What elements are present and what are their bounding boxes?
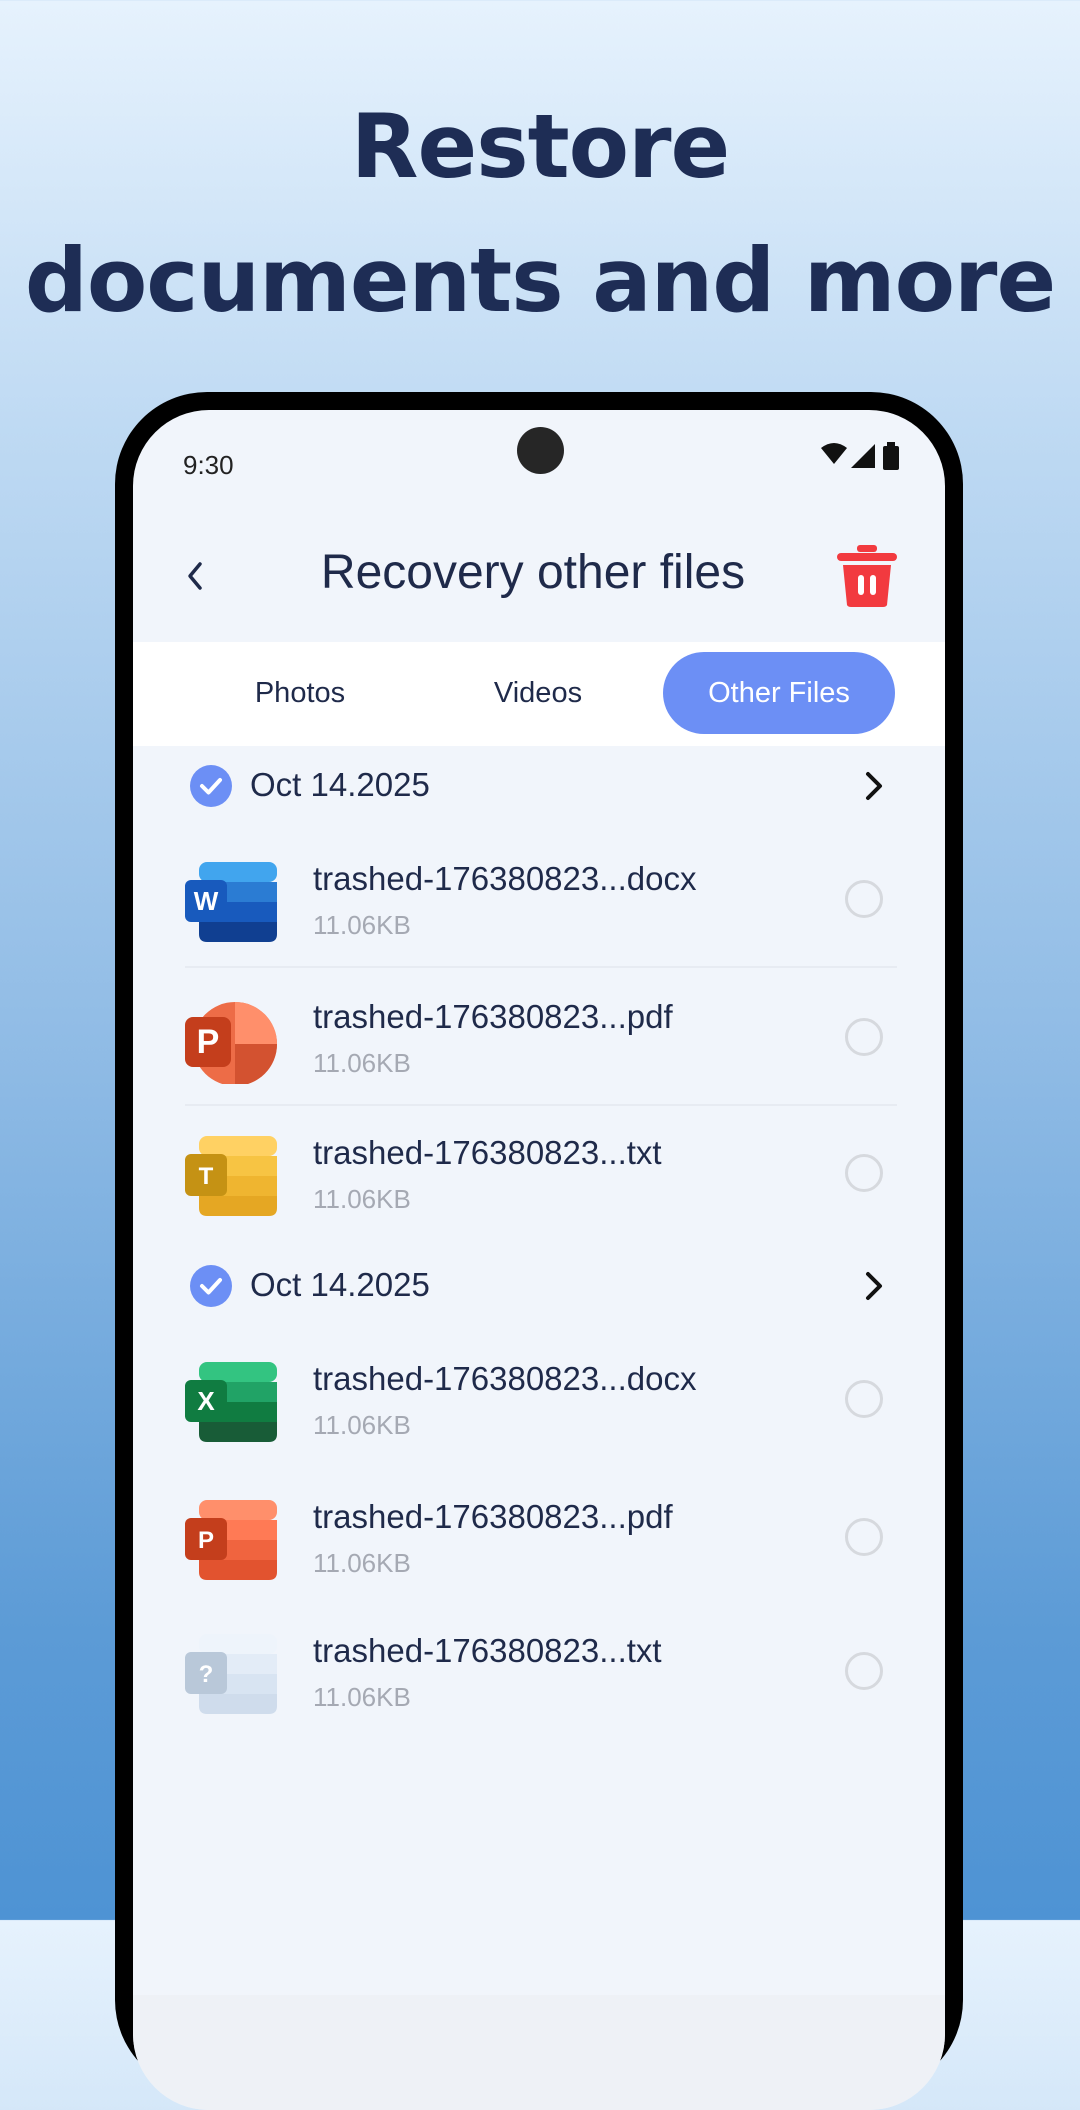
chevron-right-icon[interactable]: [859, 1268, 889, 1304]
tab-other-files[interactable]: Other Files: [663, 652, 895, 734]
file-row[interactable]: P trashed-176380823...pdf 11.06KB: [185, 1470, 897, 1606]
file-size: 11.06KB: [313, 1048, 411, 1078]
tab-videos[interactable]: Videos: [433, 652, 643, 734]
date-group-header[interactable]: Oct 14.2025: [133, 746, 945, 826]
group-select-check-icon[interactable]: [190, 1265, 232, 1307]
signal-icon: [851, 444, 875, 468]
select-radio[interactable]: [845, 880, 883, 918]
tab-photos[interactable]: Photos: [195, 652, 405, 734]
unknown-file-icon: ?: [185, 1634, 277, 1714]
file-size: 11.06KB: [313, 1184, 411, 1214]
select-radio[interactable]: [845, 1518, 883, 1556]
delete-button[interactable]: [835, 543, 899, 607]
text-file-icon: T: [185, 1136, 277, 1216]
svg-text:T: T: [199, 1163, 214, 1190]
file-row[interactable]: ? trashed-176380823...txt 11.06KB: [185, 1604, 897, 1740]
svg-text:X: X: [197, 1386, 215, 1416]
file-name: trashed-176380823...pdf: [313, 998, 673, 1035]
row-divider: [185, 966, 897, 968]
svg-text:P: P: [198, 1527, 214, 1554]
bottom-action-bar: [133, 1995, 945, 2110]
file-row[interactable]: P trashed-176380823...pdf 11.06KB: [185, 970, 897, 1106]
file-size: 11.06KB: [313, 910, 411, 940]
back-arrow-icon: [188, 562, 202, 590]
svg-text:P: P: [197, 1023, 220, 1061]
file-name: trashed-176380823...txt: [313, 1632, 662, 1669]
camera-cutout: [517, 427, 564, 474]
powerpoint-icon: P: [185, 1002, 277, 1084]
file-name: trashed-176380823...pdf: [313, 1498, 673, 1535]
tab-bar: Photos Videos Other Files: [133, 642, 945, 746]
page-title: Recovery other files: [320, 546, 746, 599]
pdf-icon: P: [185, 1500, 277, 1580]
group-select-check-icon[interactable]: [190, 765, 232, 807]
file-size: 11.06KB: [313, 1682, 411, 1712]
excel-icon: X: [185, 1362, 277, 1442]
wifi-icon: [821, 443, 847, 464]
chevron-right-icon[interactable]: [859, 768, 889, 804]
file-name: trashed-176380823...docx: [313, 860, 697, 897]
file-name: trashed-176380823...docx: [313, 1360, 697, 1397]
phone-frame: 9:30 Recovery other files Photos Videos …: [115, 392, 963, 2110]
svg-text:W: W: [194, 886, 219, 916]
battery-icon: [883, 446, 899, 470]
select-radio[interactable]: [845, 1154, 883, 1192]
select-radio[interactable]: [845, 1018, 883, 1056]
headline-line-2: documents and more: [24, 229, 1056, 332]
headline: Restore documents and more: [0, 80, 1080, 348]
group-date: Oct 14.2025: [250, 1266, 430, 1303]
status-icons: [821, 442, 899, 470]
trash-icon: [837, 545, 897, 607]
group-date: Oct 14.2025: [250, 766, 430, 803]
date-group-header[interactable]: Oct 14.2025: [133, 1246, 945, 1326]
file-row[interactable]: T trashed-176380823...txt 11.06KB: [185, 1106, 897, 1242]
app-header: Recovery other files: [133, 515, 945, 640]
select-radio[interactable]: [845, 1652, 883, 1690]
headline-line-1: Restore: [350, 95, 730, 198]
select-radio[interactable]: [845, 1380, 883, 1418]
file-row[interactable]: X trashed-176380823...docx 11.06KB: [185, 1332, 897, 1468]
back-button[interactable]: [175, 551, 215, 601]
phone-screen: 9:30 Recovery other files Photos Videos …: [133, 410, 945, 2110]
file-size: 11.06KB: [313, 1410, 411, 1440]
word-icon: W: [185, 862, 277, 942]
svg-text:?: ?: [199, 1661, 214, 1688]
file-name: trashed-176380823...txt: [313, 1134, 662, 1171]
file-row[interactable]: W trashed-176380823...docx 11.06KB: [185, 832, 897, 968]
file-size: 11.06KB: [313, 1548, 411, 1578]
status-time: 9:30: [183, 450, 234, 480]
